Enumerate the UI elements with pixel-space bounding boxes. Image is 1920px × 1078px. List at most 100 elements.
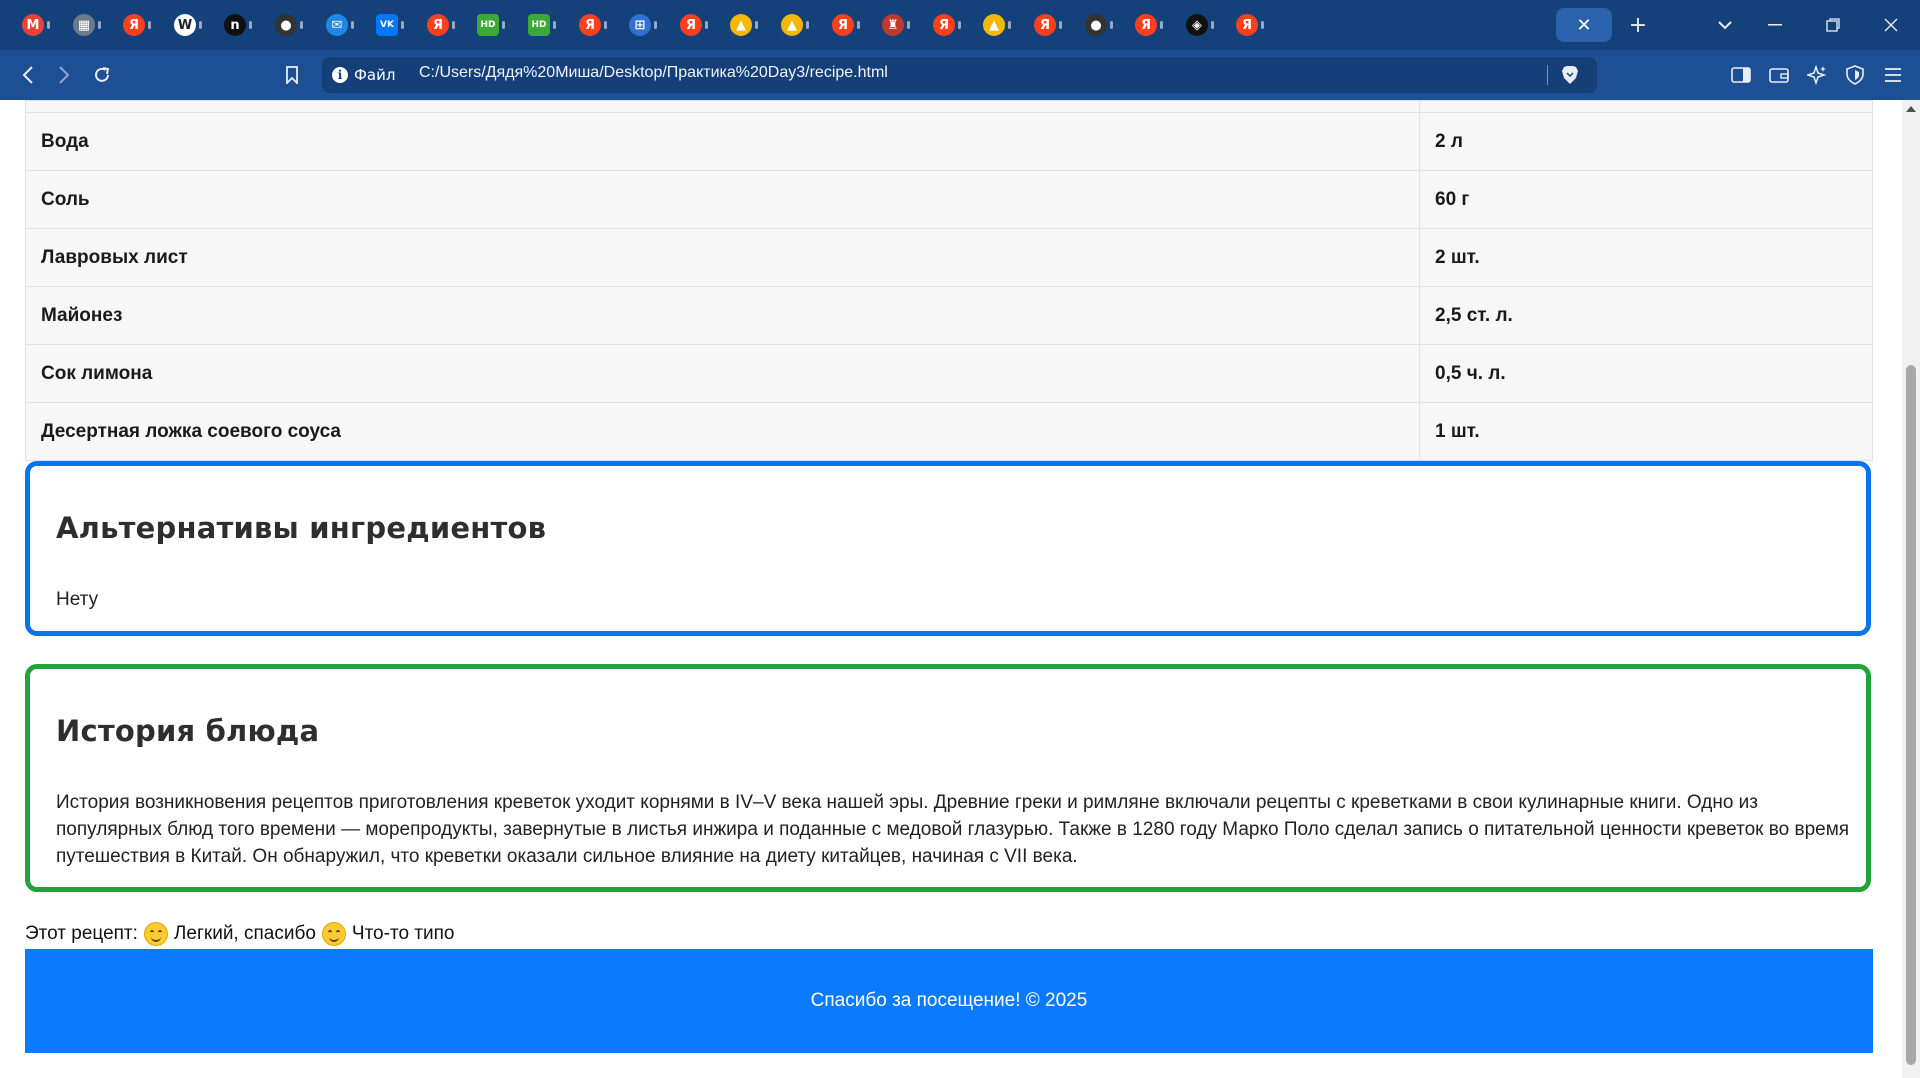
rating-option-so-so[interactable]: Что-то типо bbox=[352, 923, 455, 945]
browser-tab[interactable]: HD bbox=[514, 8, 564, 42]
browser-tab[interactable]: HD bbox=[463, 8, 513, 42]
vertical-scrollbar[interactable] bbox=[1902, 100, 1920, 1078]
sparkle-icon bbox=[1807, 65, 1827, 85]
tab-audio-indicator bbox=[1110, 21, 1113, 29]
ingredient-amount: 2 шт. bbox=[1419, 228, 1873, 287]
arrow-right-icon bbox=[59, 66, 70, 84]
browser-tab[interactable]: Я bbox=[565, 8, 615, 42]
sidebar-button[interactable] bbox=[1727, 62, 1755, 88]
restore-icon bbox=[1826, 18, 1840, 32]
scroll-thumb[interactable] bbox=[1906, 365, 1916, 1065]
browser-tab[interactable]: VK bbox=[362, 8, 412, 42]
brave-lion-icon bbox=[1562, 66, 1578, 84]
close-window-button[interactable] bbox=[1862, 0, 1920, 50]
wallet-button[interactable] bbox=[1765, 62, 1793, 88]
arrow-left-icon bbox=[22, 66, 33, 84]
browser-tab[interactable]: Я bbox=[1222, 8, 1272, 42]
browser-tab[interactable]: Я bbox=[919, 8, 969, 42]
tab-audio-indicator bbox=[351, 21, 354, 29]
url-text[interactable]: C:/Users/Дядя%20Миша/Desktop/Практика%20… bbox=[419, 64, 888, 82]
yandex-icon: Я bbox=[832, 14, 854, 36]
browser-tab[interactable]: ▲ bbox=[716, 8, 766, 42]
tab-audio-indicator bbox=[1160, 21, 1163, 29]
bookmark-button[interactable] bbox=[276, 60, 308, 90]
browser-tab[interactable]: ▲ bbox=[969, 8, 1019, 42]
grinning-face-icon[interactable] bbox=[321, 922, 346, 946]
browser-tab[interactable]: ◈ bbox=[1172, 8, 1222, 42]
info-icon: i bbox=[332, 67, 348, 83]
page-viewport: Вода 2 л Соль 60 г Лавровых лист 2 шт. Майонез… bbox=[0, 100, 1902, 1078]
reload-button[interactable] bbox=[86, 60, 118, 90]
yandex-icon: Я bbox=[1236, 14, 1258, 36]
vpn-button[interactable] bbox=[1841, 62, 1869, 88]
browser-tab[interactable]: ▦ bbox=[59, 8, 109, 42]
back-button[interactable] bbox=[12, 60, 44, 90]
browser-tab[interactable]: ✉ bbox=[312, 8, 362, 42]
tab-audio-indicator bbox=[249, 21, 252, 29]
menu-button[interactable] bbox=[1879, 62, 1907, 88]
yandex-icon: Я bbox=[1135, 14, 1157, 36]
ingredient-amount: 2,5 ст. л. bbox=[1419, 286, 1873, 345]
tab-audio-indicator bbox=[300, 21, 303, 29]
active-tab[interactable]: ✕ bbox=[1556, 8, 1612, 42]
browser-tab[interactable]: n bbox=[210, 8, 260, 42]
tab-audio-indicator bbox=[806, 21, 809, 29]
tab-audio-indicator bbox=[47, 21, 50, 29]
yandex-icon: Я bbox=[427, 14, 449, 36]
leo-ai-button[interactable] bbox=[1803, 62, 1831, 88]
yandex-icon: Я bbox=[680, 14, 702, 36]
wallet-icon bbox=[1769, 68, 1789, 83]
tab-audio-indicator bbox=[98, 21, 101, 29]
table-row: Вода 2 л bbox=[25, 112, 1873, 171]
browser-tab[interactable]: Я bbox=[1121, 8, 1171, 42]
smiling-face-icon[interactable] bbox=[143, 922, 168, 946]
tab-audio-indicator bbox=[502, 21, 505, 29]
site-info-button[interactable]: i Файл bbox=[332, 63, 395, 87]
rating-option-easy[interactable]: Легкий, спасибо bbox=[174, 923, 316, 945]
browser-tab[interactable]: Я bbox=[413, 8, 463, 42]
tab-audio-indicator bbox=[857, 21, 860, 29]
tab-audio-indicator bbox=[654, 21, 657, 29]
table-row bbox=[25, 100, 1873, 113]
browser-tab[interactable]: ● bbox=[1071, 8, 1121, 42]
browser-tab[interactable]: ⊞ bbox=[615, 8, 665, 42]
browser-tab[interactable]: W bbox=[160, 8, 210, 42]
minimize-icon bbox=[1768, 24, 1782, 26]
browser-tab[interactable]: Я bbox=[666, 8, 716, 42]
address-bar[interactable]: i Файл C:/Users/Дядя%20Миша/Desktop/Прак… bbox=[322, 57, 1597, 93]
ingredient-name: Вода bbox=[25, 112, 1420, 171]
yandex-icon: Я bbox=[123, 14, 145, 36]
browser-tab[interactable]: Я bbox=[818, 8, 868, 42]
hd-icon: HD bbox=[528, 14, 550, 36]
ingredient-name: Майонез bbox=[25, 286, 1420, 345]
yandex-icon: Я bbox=[1034, 14, 1056, 36]
browser-tab[interactable]: Я bbox=[109, 8, 159, 42]
new-tab-button[interactable]: + bbox=[1618, 8, 1658, 42]
tab-audio-indicator bbox=[148, 21, 151, 29]
section-text: История возникновения рецептов приготовл… bbox=[56, 792, 1850, 867]
restore-button[interactable] bbox=[1804, 0, 1862, 50]
ingredient-amount: 1 шт. bbox=[1419, 402, 1873, 461]
image-icon: ▲ bbox=[730, 14, 752, 36]
ingredient-amount: 60 г bbox=[1419, 170, 1873, 229]
browser-tab[interactable]: ♜ bbox=[868, 8, 918, 42]
tab-audio-indicator bbox=[755, 21, 758, 29]
close-icon[interactable]: ✕ bbox=[1573, 14, 1595, 36]
tab-search-button[interactable] bbox=[1705, 8, 1745, 42]
scroll-up-arrow-icon[interactable] bbox=[1906, 106, 1916, 112]
browser-tab[interactable]: ● bbox=[261, 8, 311, 42]
hd-icon: HD bbox=[477, 14, 499, 36]
calculator-icon: ▦ bbox=[73, 14, 95, 36]
brave-shields-button[interactable] bbox=[1558, 63, 1582, 87]
tab-strip: M ▦ Я Wn ● ✉ VK Я HD HD Я ⊞ Я ▲ ▲ Я ♜ Я ▲ Я ● Я ◈ Я ✕ + bbox=[0, 0, 1920, 50]
browser-tab[interactable]: ▲ bbox=[767, 8, 817, 42]
site-info-label: Файл bbox=[354, 66, 396, 84]
minimize-button[interactable] bbox=[1746, 0, 1804, 50]
forward-button[interactable] bbox=[48, 60, 80, 90]
browser-tab[interactable]: M bbox=[8, 8, 58, 42]
image-icon: ▲ bbox=[983, 14, 1005, 36]
tab-audio-indicator bbox=[1211, 21, 1214, 29]
notion-icon: n bbox=[224, 14, 246, 36]
browser-tab[interactable]: Я bbox=[1020, 8, 1070, 42]
github-icon: ● bbox=[1085, 14, 1107, 36]
